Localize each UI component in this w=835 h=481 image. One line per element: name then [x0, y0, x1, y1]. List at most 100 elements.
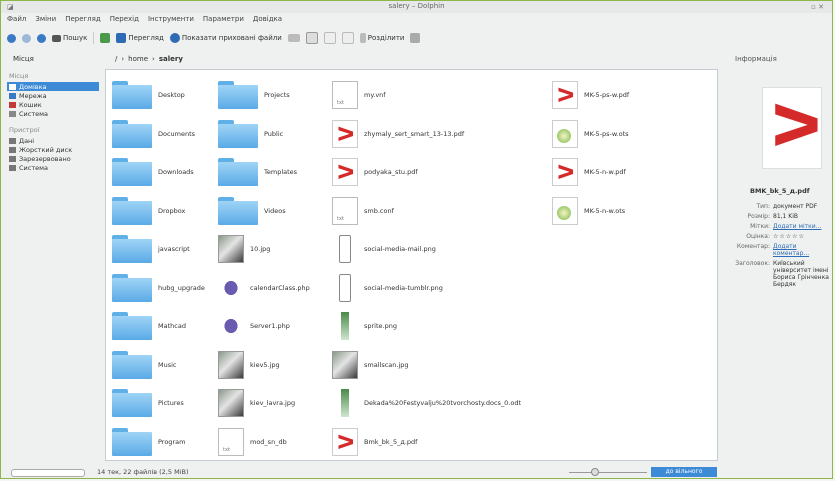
- file-item[interactable]: smallscan.jpg: [332, 346, 552, 385]
- info-icon: [169, 33, 180, 43]
- info-link[interactable]: Додати коментар...: [773, 243, 830, 257]
- file-item[interactable]: zhymaly_sert_smart_13-13.pdf: [332, 115, 552, 154]
- pdf-icon: [552, 158, 578, 187]
- back-button[interactable]: [7, 33, 16, 43]
- sidebar-item-network[interactable]: Мережа: [7, 91, 99, 100]
- show-hidden-button[interactable]: Показати приховані файли: [169, 33, 282, 43]
- file-item[interactable]: calendarClass.php: [218, 269, 332, 308]
- file-item[interactable]: Templates: [218, 153, 332, 192]
- file-item[interactable]: kiev_lavra.jpg: [218, 384, 332, 423]
- pdf-icon: [552, 81, 578, 110]
- file-item[interactable]: MK-5-n-w.pdf: [552, 153, 712, 192]
- info-key: Оцінка:: [746, 233, 770, 240]
- image-file-icon: [341, 389, 349, 418]
- spreadsheet-icon: [552, 196, 578, 225]
- file-item[interactable]: kiev5.jpg: [218, 346, 332, 385]
- file-item[interactable]: Program: [112, 423, 218, 462]
- file-item[interactable]: Public: [218, 115, 332, 154]
- info-value[interactable]: ☆☆☆☆☆: [773, 233, 805, 240]
- dolphin-window: ◪ salery – Dolphin ▫ ✕ Файл Зміни Перегляд…: [0, 0, 833, 479]
- file-item[interactable]: sprite.png: [332, 307, 552, 346]
- menu-item[interactable]: Інструменти: [148, 15, 194, 25]
- file-view[interactable]: Desktop Projects txt my.vnf MK-5-ps-w.pdf Doc…: [105, 69, 718, 461]
- file-item[interactable]: Projects: [218, 76, 332, 115]
- file-name: 10.jpg: [250, 245, 271, 254]
- file-item[interactable]: hubg_upgrade: [112, 269, 218, 308]
- window-title: salery – Dolphin: [388, 2, 445, 10]
- empty-cell: [552, 230, 712, 269]
- menu-item[interactable]: Зміни: [35, 15, 56, 25]
- menu-item[interactable]: Перехід: [110, 15, 139, 25]
- zoom-slider-handle[interactable]: [591, 468, 599, 476]
- empty-cell: [552, 269, 712, 308]
- sidebar-item-home[interactable]: Домівка: [7, 82, 99, 91]
- view-icons-toggle[interactable]: [305, 32, 318, 44]
- file-item[interactable]: Music: [112, 346, 218, 385]
- sidebar-item-data[interactable]: Дані: [7, 136, 99, 145]
- empty-cell: [552, 346, 712, 385]
- pdf-icon: [332, 427, 358, 456]
- tools-button[interactable]: [410, 33, 421, 43]
- info-row: Заголовок: Київський університет імені Бо…: [730, 260, 830, 288]
- file-item[interactable]: Bmk_bk_5_д.pdf: [332, 423, 552, 462]
- grid-icon: [305, 32, 318, 44]
- file-item[interactable]: MK-5-ps-w.pdf: [552, 76, 712, 115]
- zoom-slider[interactable]: [569, 472, 647, 473]
- file-item[interactable]: social-media-tumblr.png: [332, 269, 552, 308]
- window-controls[interactable]: ▫ ✕: [811, 3, 824, 11]
- file-item[interactable]: social-media-mail.png: [332, 230, 552, 269]
- file-item[interactable]: Desktop: [112, 76, 218, 115]
- toolbar-separator: [93, 32, 95, 44]
- sidebar-item-trash[interactable]: Кошик: [7, 100, 99, 109]
- file-name: Projects: [264, 91, 290, 100]
- file-name: social-media-tumblr.png: [364, 283, 443, 292]
- sidebar-item-system[interactable]: Система: [7, 163, 99, 172]
- sidebar-item-reserved[interactable]: Зарезервовано: [7, 154, 99, 163]
- file-item[interactable]: txt mod_sn_db: [218, 423, 332, 462]
- file-item[interactable]: MK-5-ps-w.ots: [552, 115, 712, 154]
- forward-button[interactable]: [22, 33, 31, 43]
- file-item[interactable]: javascript: [112, 230, 218, 269]
- folder-icon: [112, 427, 152, 456]
- menu-item[interactable]: Перегляд: [65, 15, 101, 25]
- breadcrumb-home[interactable]: home: [128, 55, 148, 63]
- file-item[interactable]: Dekada%20Festyvalju%20tvorchosty.docs_0.…: [332, 384, 552, 423]
- file-item[interactable]: Videos: [218, 192, 332, 231]
- file-item[interactable]: podyaka_stu.pdf: [332, 153, 552, 192]
- toolbar: Пошук Перегляд Показати приховані файли …: [7, 29, 421, 47]
- file-item[interactable]: 10.jpg: [218, 230, 332, 269]
- split-icon: [359, 33, 366, 43]
- png-file-icon: [339, 235, 351, 264]
- file-item[interactable]: txt smb.conf: [332, 192, 552, 231]
- file-item[interactable]: Pictures: [112, 384, 218, 423]
- pdf-icon: [332, 119, 358, 148]
- file-item[interactable]: Dropbox: [112, 192, 218, 231]
- folder-icon: [218, 196, 258, 225]
- menu-item[interactable]: Параметри: [203, 15, 244, 25]
- sidebar-item-root[interactable]: Система: [7, 109, 99, 118]
- view-details-toggle[interactable]: [323, 32, 336, 44]
- sidebar-item-hard-disk[interactable]: Жорсткий диск: [7, 145, 99, 154]
- up-button[interactable]: [37, 33, 46, 43]
- breadcrumb-salery[interactable]: salery: [159, 55, 183, 63]
- info-link[interactable]: Додати мітки...: [773, 223, 821, 230]
- file-item[interactable]: Mathcad: [112, 307, 218, 346]
- file-item[interactable]: txt my.vnf: [332, 76, 552, 115]
- file-item[interactable]: MK-5-n-w.ots: [552, 192, 712, 231]
- file-item[interactable]: Downloads: [112, 153, 218, 192]
- split-button[interactable]: Розділити: [359, 33, 404, 43]
- file-item[interactable]: Server1.php: [218, 307, 332, 346]
- menu-item[interactable]: Файл: [7, 15, 26, 25]
- preview-button[interactable]: Перегляд: [116, 33, 164, 43]
- php-file-icon: [218, 312, 244, 341]
- breadcrumb-separator: ›: [152, 55, 155, 63]
- pdf-preview-icon: [762, 87, 822, 169]
- view-columns-toggle[interactable]: [341, 32, 354, 44]
- icons-view-button[interactable]: [100, 33, 111, 43]
- folder-icon: [218, 158, 258, 187]
- menu-item[interactable]: Довідка: [253, 15, 282, 25]
- search-button[interactable]: Пошук: [52, 34, 87, 42]
- free-space-indicator[interactable]: до вільного: [651, 467, 717, 477]
- file-item[interactable]: Documents: [112, 115, 218, 154]
- sort-button[interactable]: [287, 34, 300, 42]
